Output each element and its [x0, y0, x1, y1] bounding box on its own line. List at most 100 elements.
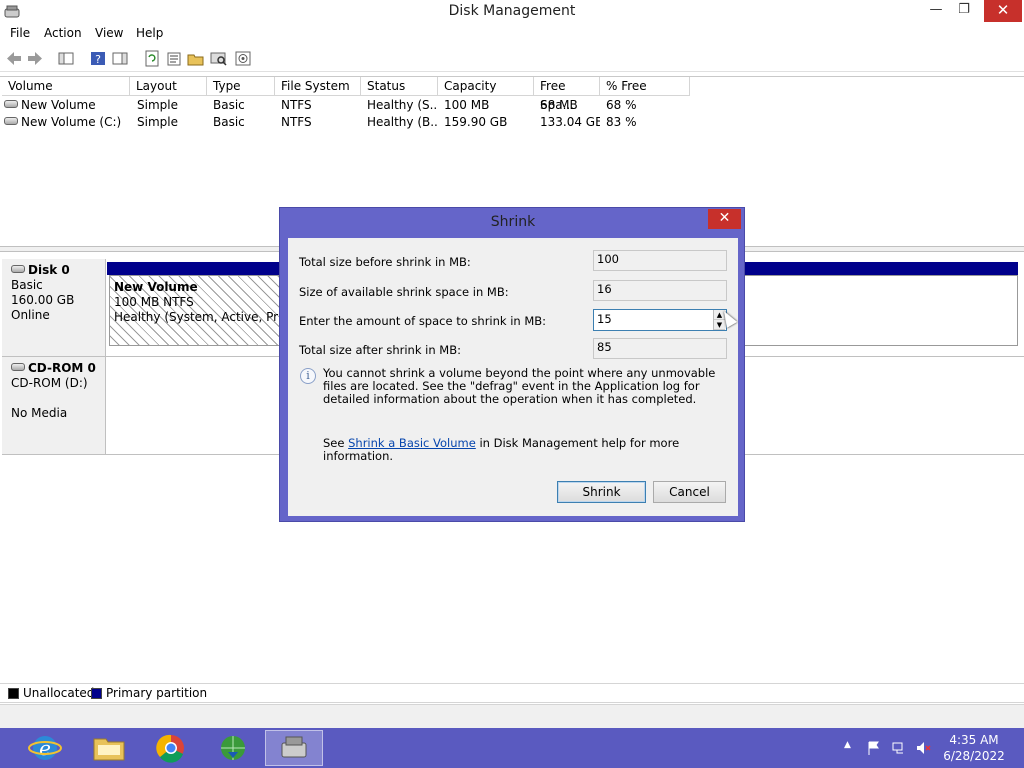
help-prefix: See	[323, 436, 349, 450]
refresh-icon[interactable]	[143, 50, 161, 67]
cancel-button[interactable]: Cancel	[653, 481, 726, 503]
column-header-status[interactable]: Status	[361, 77, 438, 96]
disk-management-taskbar-button[interactable]	[265, 730, 323, 766]
show-hidden-icons-arrow-icon[interactable]: ▲	[844, 740, 851, 750]
folder-icon	[93, 738, 125, 761]
status-bar	[0, 704, 1024, 728]
info-icon: i	[300, 368, 316, 384]
title-bar: Disk Management — ❐ ✕	[0, 0, 1024, 24]
volume-free-space: 133.04 GB	[540, 115, 600, 129]
network-icon[interactable]	[891, 740, 907, 756]
volume-file-system: NTFS	[281, 115, 312, 129]
table-row[interactable]: New Volume Simple Basic NTFS Healthy (S.…	[0, 97, 700, 114]
network-globe-taskbar-button[interactable]	[204, 730, 262, 766]
shrink-button[interactable]: Shrink	[557, 481, 646, 503]
disk-management-icon	[281, 736, 307, 758]
disk-type: Basic	[11, 278, 43, 292]
disk-name: Disk 0	[28, 263, 70, 277]
available-shrink-value: 16	[593, 280, 727, 301]
flag-icon[interactable]	[866, 740, 882, 756]
clock-date: 6/28/2022	[943, 749, 1005, 763]
taskbar: e ▲ 4:35 AM 6/28/2022	[0, 728, 1024, 768]
file-explorer-taskbar-button[interactable]	[80, 730, 138, 766]
partition-c-drive[interactable]	[742, 275, 1018, 346]
volume-free-space: 68 MB	[540, 98, 578, 112]
volume-layout: Simple	[137, 115, 178, 129]
column-header-percent-free[interactable]: % Free	[600, 77, 690, 96]
disk-icon	[11, 265, 25, 273]
total-after-value: 85	[593, 338, 727, 359]
menu-file[interactable]: File	[10, 26, 30, 40]
dialog-close-button[interactable]: ✕	[708, 209, 741, 229]
menu-view[interactable]: View	[95, 26, 123, 40]
menu-action[interactable]: Action	[44, 26, 82, 40]
system-clock[interactable]: 4:35 AM 6/28/2022	[940, 732, 1008, 764]
internet-explorer-icon: e	[28, 736, 62, 760]
column-header-layout[interactable]: Layout	[130, 77, 207, 96]
disk-size: 160.00 GB	[11, 293, 75, 307]
back-arrow-icon[interactable]	[5, 50, 23, 67]
legend: Unallocated Primary partition	[0, 683, 1024, 703]
cdrom-icon	[11, 363, 25, 371]
volume-type: Basic	[213, 115, 245, 129]
minimize-button[interactable]: —	[922, 0, 950, 22]
volume-status: Healthy (S...	[367, 98, 437, 112]
svg-text:e: e	[39, 736, 51, 760]
help-link[interactable]: Shrink a Basic Volume	[348, 436, 476, 450]
column-header-capacity[interactable]: Capacity	[438, 77, 534, 96]
volume-name: New Volume	[21, 98, 96, 112]
table-row[interactable]: New Volume (C:) Simple Basic NTFS Health…	[0, 114, 700, 131]
toolbar: ?	[0, 46, 1024, 72]
clock-time: 4:35 AM	[949, 733, 999, 747]
column-header-type[interactable]: Type	[207, 77, 275, 96]
svg-text:?: ?	[95, 53, 101, 66]
volume-icon	[4, 100, 18, 108]
window-title: Disk Management	[448, 3, 576, 19]
help-icon[interactable]: ?	[89, 50, 107, 67]
shrink-dialog: Shrink ✕ Total size before shrink in MB:…	[279, 207, 745, 522]
volume-muted-icon[interactable]	[915, 740, 931, 756]
volume-status: Healthy (B...	[367, 115, 437, 129]
chrome-icon	[156, 734, 184, 763]
search-disk-icon[interactable]	[210, 50, 228, 67]
disk-status: Online	[11, 308, 50, 322]
total-before-label: Total size before shrink in MB:	[299, 255, 471, 269]
column-header-volume[interactable]: Volume	[2, 77, 130, 96]
volume-file-system: NTFS	[281, 98, 312, 112]
column-header-free-space[interactable]: Free Spa...	[534, 77, 600, 112]
forward-arrow-icon[interactable]	[26, 50, 44, 67]
disk-properties-icon[interactable]	[234, 50, 252, 67]
volume-name: New Volume (C:)	[21, 115, 122, 129]
dialog-title: Shrink	[490, 214, 536, 230]
show-hide-console-tree-icon[interactable]	[57, 50, 75, 67]
dialog-body: Total size before shrink in MB: 100 Size…	[288, 238, 738, 516]
globe-download-icon	[221, 736, 245, 760]
internet-explorer-taskbar-button[interactable]: e	[16, 730, 74, 766]
volume-capacity: 159.90 GB	[444, 115, 508, 129]
cdrom-status: No Media	[11, 406, 68, 420]
volume-percent-free: 83 %	[606, 115, 637, 129]
chrome-taskbar-button[interactable]	[142, 730, 200, 766]
restore-button[interactable]: ❐	[950, 0, 978, 22]
column-header-file-system[interactable]: File System	[275, 77, 361, 96]
unallocated-swatch	[8, 688, 19, 699]
cdrom-name: CD-ROM 0	[28, 361, 96, 375]
volume-layout: Simple	[137, 98, 178, 112]
properties-icon[interactable]	[165, 50, 183, 67]
legend-primary: Primary partition	[106, 686, 208, 700]
shrink-amount-input[interactable]: 15	[593, 309, 727, 331]
open-folder-icon[interactable]	[187, 50, 205, 67]
menu-help[interactable]: Help	[136, 26, 163, 40]
disk-0-label[interactable]: Disk 0 Basic 160.00 GB Online	[2, 259, 106, 357]
volume-percent-free: 68 %	[606, 98, 637, 112]
show-hide-action-pane-icon[interactable]	[111, 50, 129, 67]
total-before-value: 100	[593, 250, 727, 271]
help-text: See Shrink a Basic Volume in Disk Manage…	[323, 437, 733, 463]
legend-unallocated: Unallocated	[23, 686, 95, 700]
close-button[interactable]: ✕	[984, 0, 1022, 22]
volume-capacity: 100 MB	[444, 98, 490, 112]
cdrom-0-label[interactable]: CD-ROM 0 CD-ROM (D:) No Media	[2, 357, 106, 455]
volume-type: Basic	[213, 98, 245, 112]
shrink-info-note: You cannot shrink a volume beyond the po…	[323, 366, 716, 406]
available-shrink-label: Size of available shrink space in MB:	[299, 285, 509, 299]
